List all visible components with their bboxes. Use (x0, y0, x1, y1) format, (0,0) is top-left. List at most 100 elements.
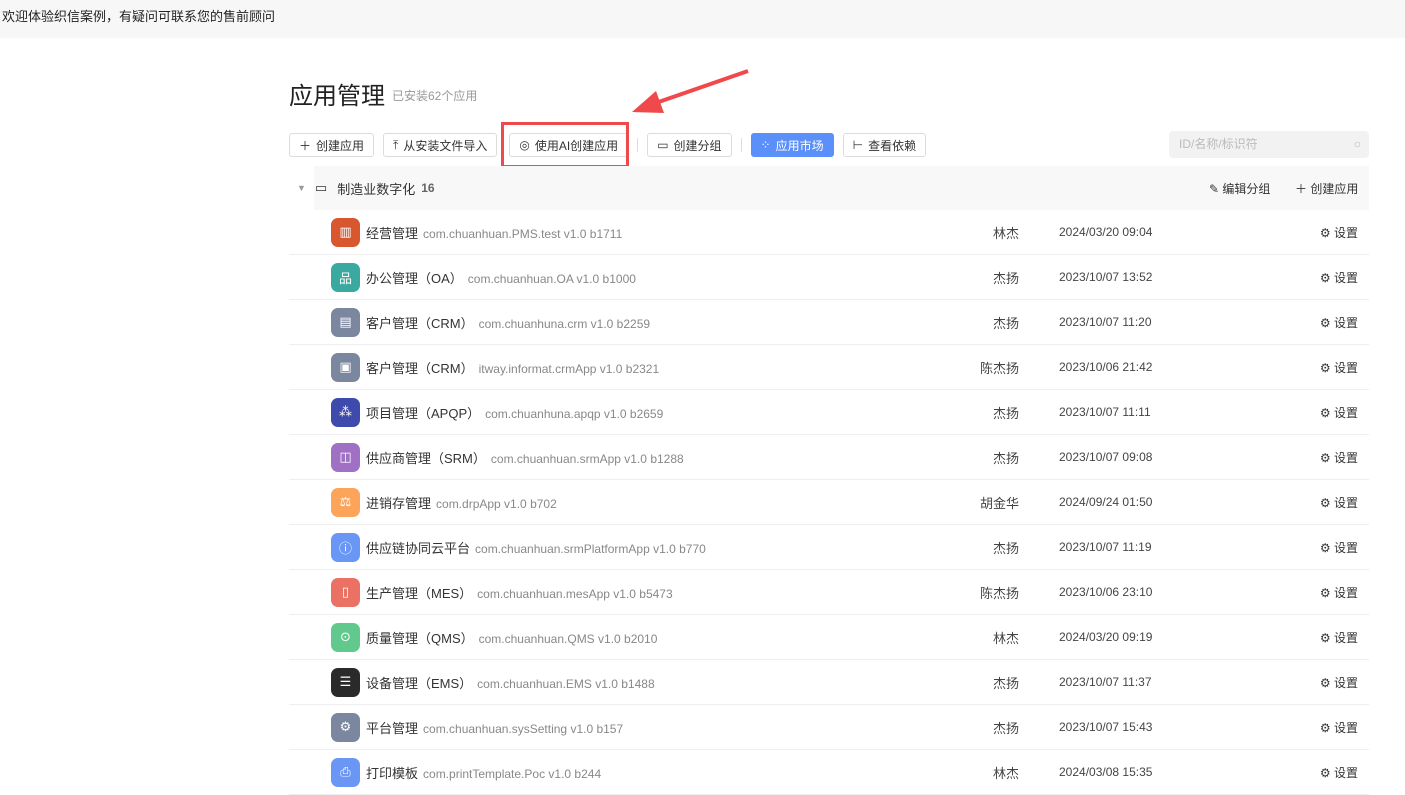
settings-button[interactable]: ⚙ 设置 (1320, 674, 1358, 691)
app-identifier: com.chuanhuna.apqp v1.0 b2659 (485, 406, 664, 421)
app-identifier: com.chuanhuan.QMS v1.0 b2010 (478, 631, 658, 646)
app-row[interactable]: ▣ 客户管理（CRM） itway.informat.crmApp v1.0 b2… (289, 345, 1369, 390)
settings-button[interactable]: ⚙ 设置 (1320, 404, 1358, 421)
settings-button[interactable]: ⚙ 设置 (1320, 269, 1358, 286)
app-name-text: 生产管理（MES） (366, 585, 473, 601)
settings-button[interactable]: ⚙ 设置 (1320, 494, 1358, 511)
app-owner: 林杰 (992, 765, 1019, 781)
group-count: 16 (421, 181, 435, 195)
app-icon: ⚙ (331, 712, 360, 742)
app-name-text: 供应商管理（SRM） (366, 450, 486, 466)
app-market-button[interactable]: ⁘ 应用市场 (750, 133, 834, 157)
tree-icon: ⊢ (852, 138, 864, 152)
app-owner: 杰扬 (992, 270, 1019, 286)
app-row[interactable]: ▯ 生产管理（MES） com.chuanhuan.mesApp v1.0 b54… (289, 570, 1369, 615)
app-name[interactable]: 进销存管理 com.drpApp v1.0 b702 (366, 493, 557, 512)
divider (637, 138, 639, 152)
app-name[interactable]: 设备管理（EMS） com.chuanhuan.EMS v1.0 b1488 (366, 673, 655, 692)
app-name-text: 平台管理 (366, 720, 419, 736)
app-identifier: com.printTemplate.Poc v1.0 b244 (423, 766, 602, 781)
app-row[interactable]: ⊙ 质量管理（QMS） com.chuanhuan.QMS v1.0 b2010 … (289, 615, 1369, 660)
app-owner: 胡金华 (979, 495, 1019, 511)
app-name[interactable]: 质量管理（QMS） com.chuanhuan.QMS v1.0 b2010 (366, 628, 657, 647)
app-row[interactable]: ☰ 设备管理（EMS） com.chuanhuan.EMS v1.0 b1488 … (289, 660, 1369, 705)
app-icon: ⎙ (331, 757, 360, 787)
settings-label: 设置 (1333, 360, 1358, 375)
app-name-text: 项目管理（APQP） (366, 405, 481, 421)
settings-button[interactable]: ⚙ 设置 (1320, 629, 1358, 646)
app-identifier: com.drpApp v1.0 b702 (436, 496, 557, 511)
app-name[interactable]: 项目管理（APQP） com.chuanhuna.apqp v1.0 b2659 (366, 403, 663, 422)
app-name[interactable]: 平台管理 com.chuanhuan.sysSetting v1.0 b157 (366, 718, 623, 737)
app-row[interactable]: ⚖ 进销存管理 com.drpApp v1.0 b702 胡金华 2024/09/… (289, 480, 1369, 525)
app-name-text: 进销存管理 (366, 495, 432, 511)
app-date: 2023/10/07 11:19 (1059, 540, 1152, 554)
settings-label: 设置 (1333, 585, 1358, 600)
settings-label: 设置 (1333, 405, 1358, 420)
edit-group-button[interactable]: ✎ 编辑分组 (1209, 180, 1270, 197)
installed-count: 已安装62个应用 (392, 89, 478, 103)
create-app-label: 创建应用 (316, 138, 365, 153)
app-icon: ⓘ (331, 532, 360, 562)
gear-icon: ⚙ (1319, 405, 1331, 420)
app-identifier: com.chuanhuan.PMS.test v1.0 b1711 (423, 226, 623, 241)
app-date: 2023/10/07 13:52 (1059, 270, 1153, 284)
settings-label: 设置 (1333, 720, 1358, 735)
folder-icon: ▭ (657, 138, 669, 152)
gear-icon: ⚙ (1319, 225, 1331, 240)
settings-label: 设置 (1333, 450, 1358, 465)
app-icon: ⁂ (331, 397, 360, 427)
settings-button[interactable]: ⚙ 设置 (1320, 764, 1358, 781)
collapse-icon[interactable]: ▼ (297, 183, 306, 193)
app-name-text: 经营管理 (366, 225, 419, 241)
settings-button[interactable]: ⚙ 设置 (1320, 314, 1358, 331)
app-name[interactable]: 经营管理 com.chuanhuan.PMS.test v1.0 b1711 (366, 223, 622, 242)
app-row[interactable]: ⓘ 供应链协同云平台 com.chuanhuan.srmPlatformApp v… (289, 525, 1369, 570)
app-identifier: itway.informat.crmApp v1.0 b2321 (478, 361, 660, 376)
app-name-text: 质量管理（QMS） (366, 630, 474, 646)
import-label: 从安装文件导入 (403, 138, 488, 153)
search-input[interactable]: ID/名称/标识符 ○ (1169, 131, 1369, 158)
settings-label: 设置 (1333, 765, 1358, 780)
app-row[interactable]: ◫ 供应商管理（SRM） com.chuanhuan.srmApp v1.0 b1… (289, 435, 1369, 480)
app-name[interactable]: 打印模板 com.printTemplate.Poc v1.0 b244 (366, 763, 601, 782)
app-row[interactable]: ⎙ 打印模板 com.printTemplate.Poc v1.0 b244 林杰… (289, 750, 1369, 795)
settings-button[interactable]: ⚙ 设置 (1320, 584, 1358, 601)
settings-button[interactable]: ⚙ 设置 (1320, 224, 1358, 241)
app-market-label: 应用市场 (775, 138, 824, 153)
app-date: 2023/10/06 21:42 (1059, 360, 1153, 374)
app-row[interactable]: ▥ 经营管理 com.chuanhuan.PMS.test v1.0 b1711 … (289, 210, 1369, 255)
import-button[interactable]: ⤒ 从安装文件导入 (383, 133, 498, 157)
app-icon: ▯ (331, 577, 360, 607)
app-owner: 陈杰扬 (979, 585, 1019, 601)
settings-button[interactable]: ⚙ 设置 (1320, 359, 1358, 376)
create-app-button[interactable]: ＋ 创建应用 (289, 133, 375, 157)
settings-button[interactable]: ⚙ 设置 (1320, 539, 1358, 556)
settings-button[interactable]: ⚙ 设置 (1320, 719, 1358, 736)
app-icon: ⊙ (331, 622, 360, 652)
app-owner: 陈杰扬 (979, 360, 1019, 376)
app-name[interactable]: 供应链协同云平台 com.chuanhuan.srmPlatformApp v1.… (366, 538, 706, 557)
app-icon: 品 (331, 262, 360, 292)
settings-button[interactable]: ⚙ 设置 (1320, 449, 1358, 466)
app-row[interactable]: 品 办公管理（OA） com.chuanhuan.OA v1.0 b1000 杰扬… (289, 255, 1369, 300)
gear-icon: ⚙ (1319, 360, 1331, 375)
settings-label: 设置 (1333, 675, 1358, 690)
app-icon: ▥ (331, 217, 360, 247)
app-date: 2024/03/20 09:04 (1059, 225, 1153, 239)
gear-icon: ⚙ (1319, 720, 1331, 735)
app-row[interactable]: ⚙ 平台管理 com.chuanhuan.sysSetting v1.0 b157… (289, 705, 1369, 750)
app-name[interactable]: 供应商管理（SRM） com.chuanhuan.srmApp v1.0 b128… (366, 448, 684, 467)
app-name[interactable]: 办公管理（OA） com.chuanhuan.OA v1.0 b1000 (366, 268, 636, 287)
app-name[interactable]: 客户管理（CRM） com.chuanhuna.crm v1.0 b2259 (366, 313, 650, 332)
app-date: 2024/03/20 09:19 (1059, 630, 1153, 644)
app-row[interactable]: ▤ 客户管理（CRM） com.chuanhuna.crm v1.0 b2259 … (289, 300, 1369, 345)
app-name-text: 设备管理（EMS） (366, 675, 473, 691)
view-deps-button[interactable]: ⊢ 查看依赖 (842, 133, 927, 157)
group-create-app-button[interactable]: ＋ 创建应用 (1295, 180, 1358, 197)
create-group-button[interactable]: ▭ 创建分组 (647, 133, 732, 157)
app-row[interactable]: ⁂ 项目管理（APQP） com.chuanhuna.apqp v1.0 b265… (289, 390, 1369, 435)
app-icon: ▣ (331, 352, 360, 382)
app-name[interactable]: 客户管理（CRM） itway.informat.crmApp v1.0 b232… (366, 358, 659, 377)
app-name[interactable]: 生产管理（MES） com.chuanhuan.mesApp v1.0 b5473 (366, 583, 673, 602)
